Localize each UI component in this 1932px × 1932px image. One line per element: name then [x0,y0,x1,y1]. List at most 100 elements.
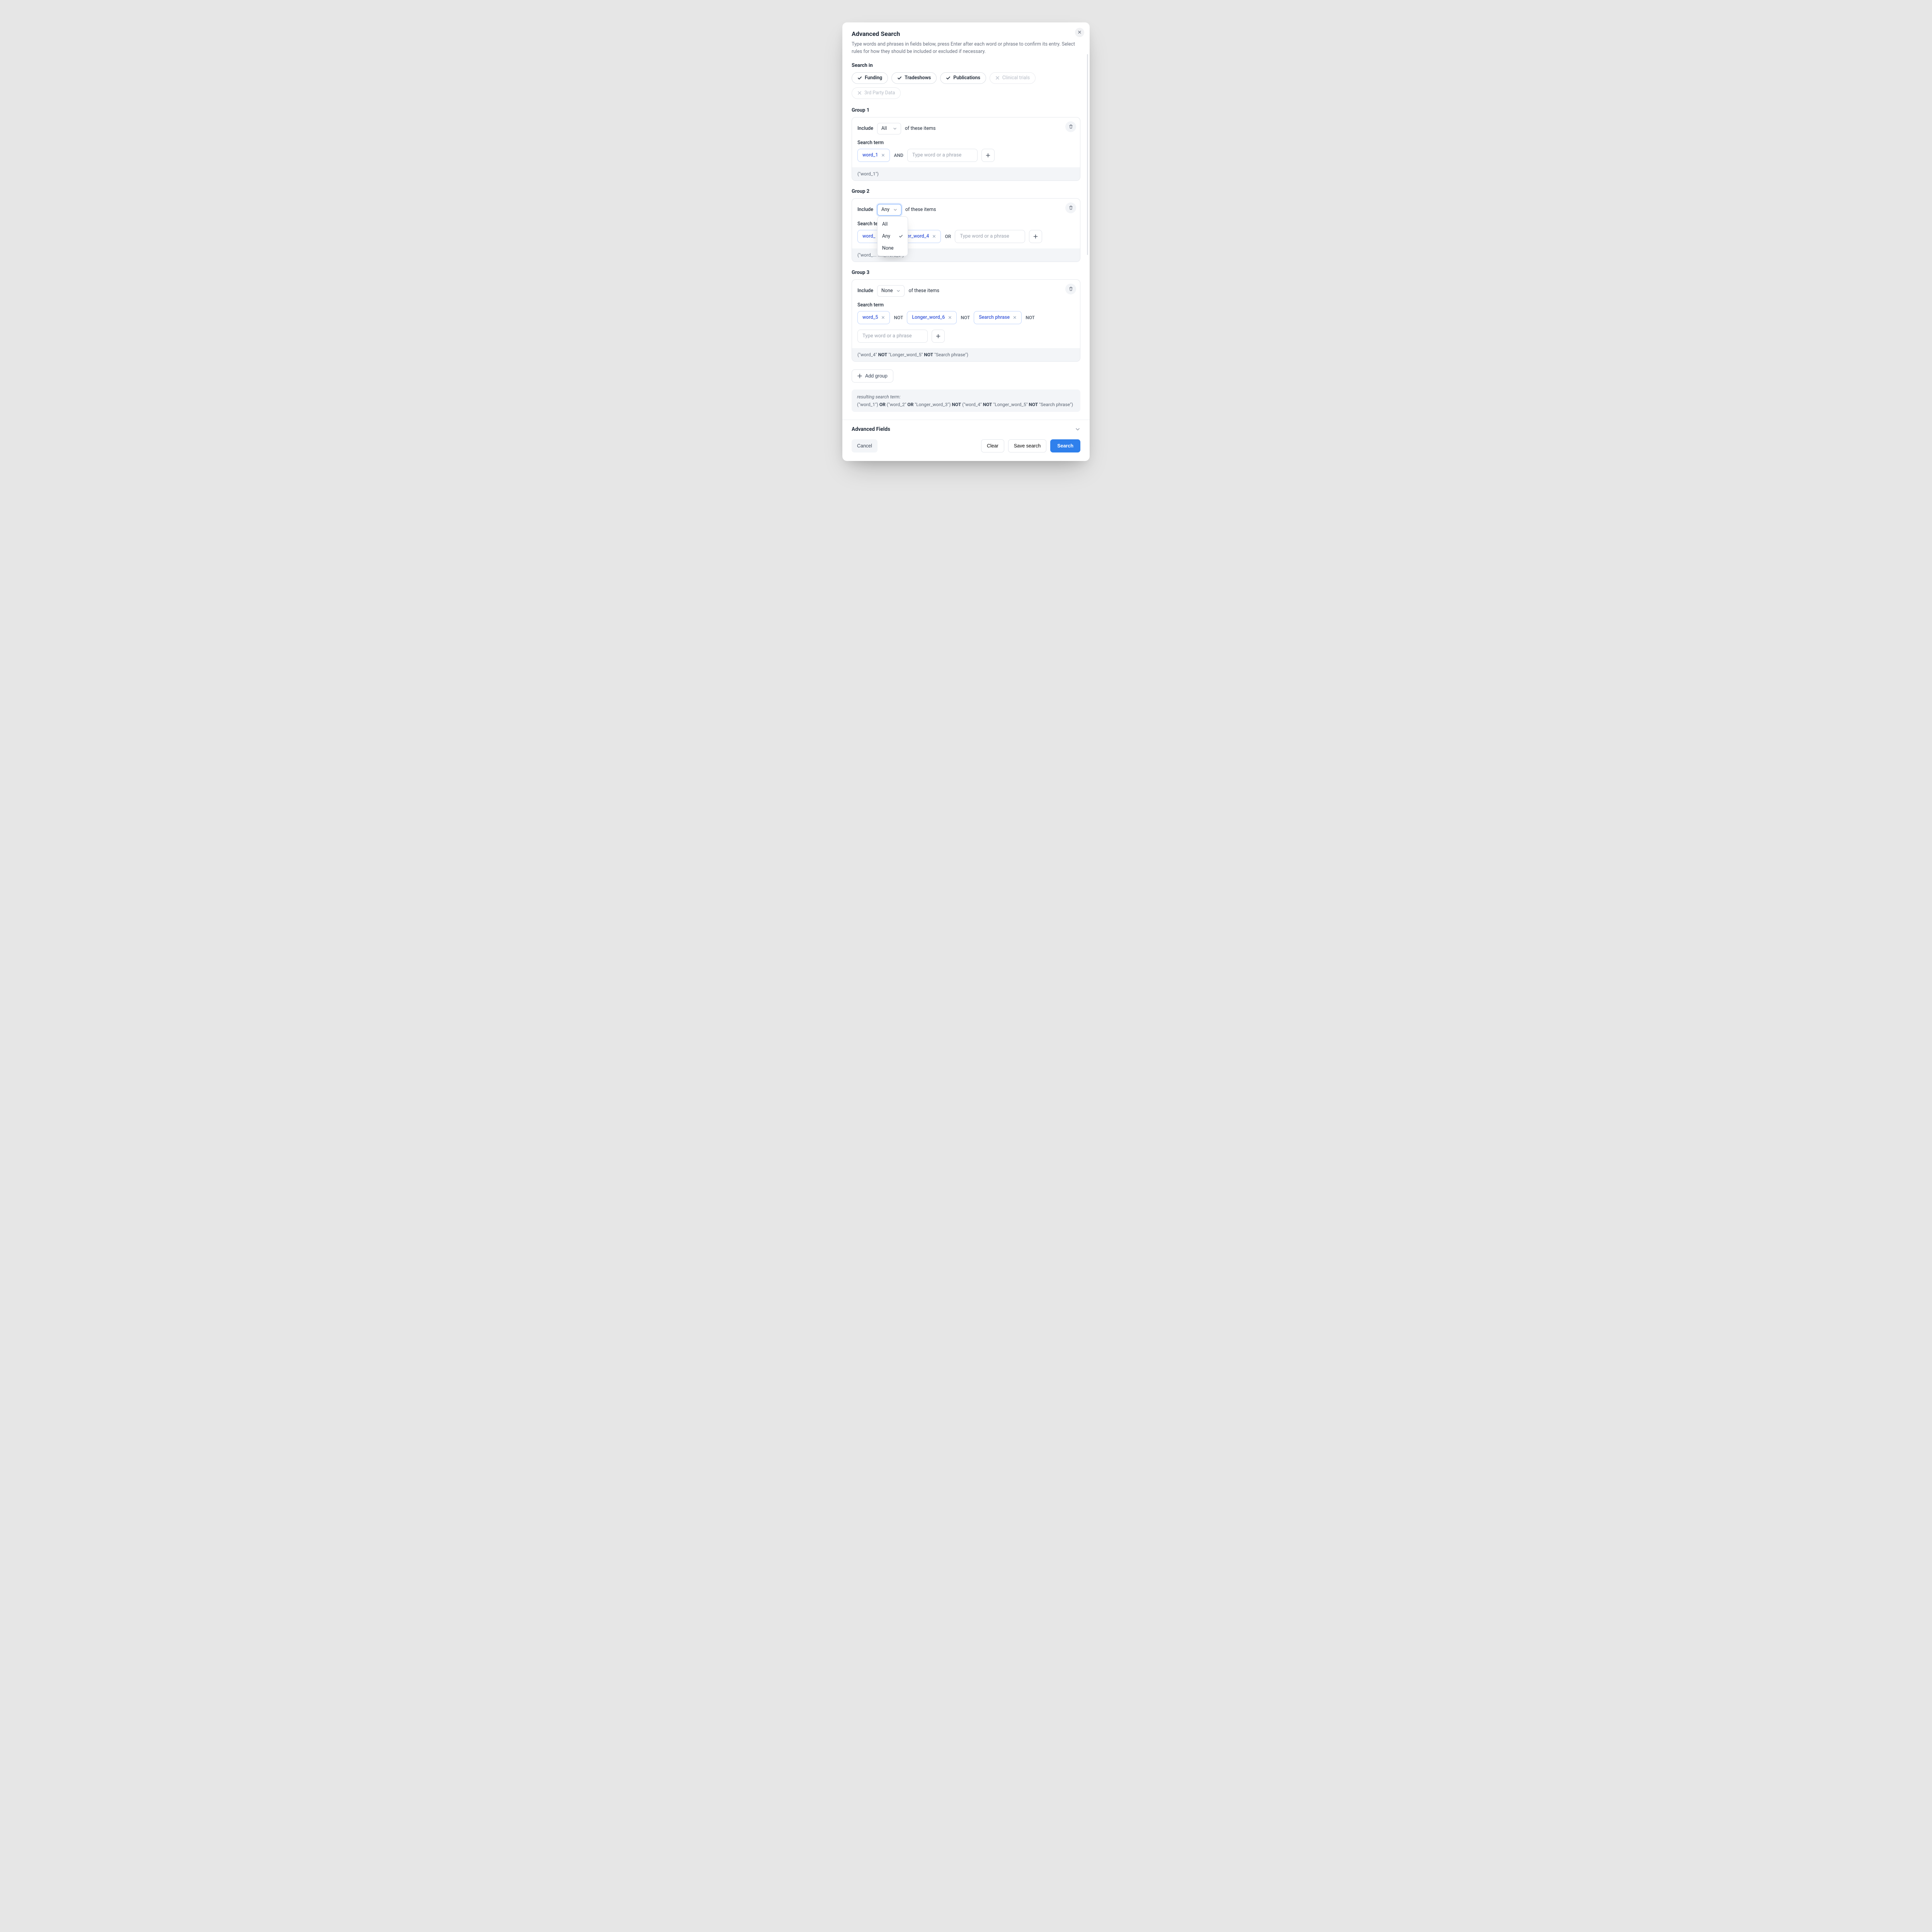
term-chip[interactable]: word_5✕ [857,311,890,324]
include-label: Include [857,207,873,213]
check-icon [899,234,903,238]
of-items-label: of these items [905,207,936,213]
chip-text: word_5 [862,315,878,320]
include-select[interactable]: Any [877,204,901,216]
search-in-pill[interactable]: Clinical trials [990,72,1036,84]
group-title: Group 3 [852,270,1080,276]
add-term-button[interactable] [932,330,945,343]
operator-label: NOT [1026,315,1035,320]
dropdown-option[interactable]: None [878,242,908,254]
add-term-button[interactable] [981,149,995,162]
trash-icon [1068,205,1073,210]
group-summary: ("word_4" NOT "Longer_word_5" NOT "Searc… [852,348,1080,361]
term-input[interactable]: Type word or a phrase [955,230,1025,243]
include-label: Include [857,288,873,294]
term-input[interactable]: Type word or a phrase [857,330,928,343]
select-value: All [881,126,887,131]
dropdown-option[interactable]: Any [878,230,908,242]
close-button[interactable]: ✕ [1075,28,1084,37]
of-items-label: of these items [908,288,939,294]
pill-label: Publications [953,75,980,81]
plus-icon [1033,234,1038,239]
check-icon [897,76,902,80]
operator-label: NOT [961,315,970,320]
term-input[interactable]: Type word or a phrase [907,149,978,162]
group-card: IncludeAllof these itemsSearch termword_… [852,117,1080,181]
check-icon [857,76,862,80]
group-title: Group 2 [852,189,1080,194]
group-summary: ("word_1") [852,167,1080,180]
search-term-label: Search term [852,300,1080,311]
advanced-fields-label: Advanced Fields [852,426,890,432]
remove-chip-icon[interactable]: ✕ [881,153,885,158]
search-in-pill[interactable]: Publications [940,72,986,84]
search-in-pill[interactable]: 3rd Party Data [852,87,901,99]
x-icon [857,91,862,95]
pill-label: Funding [865,75,882,81]
select-value: None [881,288,893,294]
group-card: IncludeNoneof these itemsSearch termword… [852,279,1080,362]
operator-label: NOT [894,315,903,320]
include-select[interactable]: None [877,285,905,297]
search-in-pill[interactable]: Tradeshows [891,72,937,84]
remove-chip-icon[interactable]: ✕ [1013,315,1017,320]
modal-subtitle: Type words and phrases in fields below, … [852,41,1080,56]
chip-text: word_ [862,233,875,239]
chip-text: word_1 [862,152,878,158]
chip-text: Search phrase [979,315,1010,320]
check-icon [946,76,951,80]
chevron-down-icon [893,127,897,131]
plus-icon [986,153,990,158]
include-label: Include [857,126,873,131]
pill-label: Clinical trials [1002,75,1030,81]
delete-group-button[interactable] [1065,284,1076,294]
advanced-fields-toggle[interactable]: Advanced Fields [852,426,1080,432]
operator-label: AND [894,153,903,158]
result-label: resulting search term: [857,394,1075,400]
cancel-button[interactable]: Cancel [852,439,878,452]
plus-icon [857,374,862,378]
modal-title: Advanced Search [852,30,1080,37]
chip-text: Longer_word_6 [912,315,945,320]
scrollbar[interactable] [1087,54,1088,255]
delete-group-button[interactable] [1065,202,1076,213]
add-group-button[interactable]: Add group [852,369,893,383]
chevron-down-icon [893,208,897,212]
pill-label: 3rd Party Data [864,90,895,96]
pill-label: Tradeshows [905,75,931,81]
include-dropdown: AllAnyNone [877,216,908,256]
remove-chip-icon[interactable]: ✕ [881,315,885,320]
term-chip[interactable]: Search phrase✕ [974,311,1022,324]
group-card: IncludeAnyAllAnyNoneof these itemsSearch… [852,198,1080,262]
chevron-down-icon [1075,427,1080,432]
term-chip[interactable]: Longer_word_6✕ [907,311,957,324]
trash-icon [1068,124,1073,129]
include-select[interactable]: All [877,123,901,134]
modal-footer: Cancel Clear Save search Search [852,439,1080,452]
chevron-down-icon [896,289,900,293]
delete-group-button[interactable] [1065,121,1076,132]
term-chip[interactable]: word_1✕ [857,149,890,162]
add-term-button[interactable] [1029,230,1042,243]
add-group-label: Add group [865,373,888,379]
of-items-label: of these items [905,126,936,131]
group-title: Group 1 [852,107,1080,113]
plus-icon [936,334,940,338]
operator-label: OR [945,234,951,239]
remove-chip-icon[interactable]: ✕ [948,315,952,320]
search-term-label: Search term [852,138,1080,149]
x-icon [995,76,1000,80]
trash-icon [1068,286,1073,291]
advanced-search-modal: ✕ Advanced Search Type words and phrases… [842,22,1090,461]
dropdown-option[interactable]: All [878,218,908,230]
close-icon: ✕ [1078,30,1082,36]
clear-button[interactable]: Clear [981,439,1004,452]
search-in-pill[interactable]: Funding [852,72,888,84]
search-button[interactable]: Search [1050,439,1080,452]
save-search-button[interactable]: Save search [1008,439,1046,452]
select-value: Any [881,207,889,213]
result-summary: resulting search term: ("word_1") OR ("w… [852,389,1080,412]
search-in-label: Search in [852,63,1080,68]
search-in-options: Funding Tradeshows Publications Clinical tr… [852,72,1080,99]
remove-chip-icon[interactable]: ✕ [932,234,936,239]
